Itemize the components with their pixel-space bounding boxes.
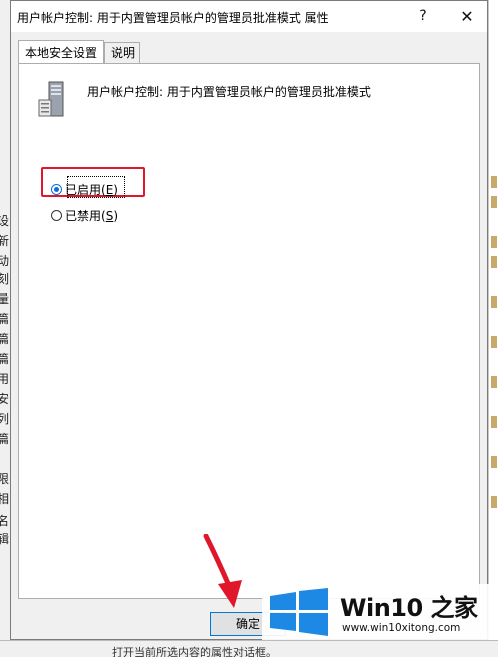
- bg-char: 相: [0, 490, 9, 507]
- bg-char: 篇: [0, 330, 9, 347]
- tab-explain[interactable]: 说明: [104, 42, 140, 63]
- bg-item-icon: [491, 456, 497, 468]
- bg-item-icon: [491, 376, 497, 388]
- bg-item-icon: [491, 196, 497, 208]
- bg-item-icon: [491, 416, 497, 428]
- enabled-label[interactable]: 已启用(E): [65, 181, 118, 198]
- bg-char: 用: [0, 370, 9, 387]
- bg-char: 新: [0, 232, 9, 249]
- bg-char: 辑: [0, 530, 9, 547]
- bg-char: 篇: [0, 350, 9, 367]
- bg-item-icon: [491, 256, 497, 268]
- windows-logo-icon: [270, 588, 328, 636]
- watermark: Win10 之家 www.win10xitong.com: [262, 584, 498, 640]
- bg-char: 列: [0, 410, 9, 427]
- status-text: 打开当前所选内容的属性对话框。: [112, 646, 277, 657]
- bg-item-icon: [491, 176, 497, 188]
- policy-name: 用户帐户控制: 用于内置管理员帐户的管理员批准模式: [87, 85, 371, 99]
- bg-item-icon: [491, 296, 497, 308]
- title-bar[interactable]: 用户帐户控制: 用于内置管理员帐户的管理员批准模式 属性 ? ✕: [11, 1, 487, 32]
- enabled-radio[interactable]: [51, 183, 62, 195]
- bg-item-icon: [491, 336, 497, 348]
- bg-char: 安: [0, 390, 9, 407]
- background-status-bar: 打开当前所选内容的属性对话框。: [0, 640, 498, 657]
- disabled-radio[interactable]: [51, 209, 62, 221]
- bg-char: 篇: [0, 310, 9, 327]
- dialog-title: 用户帐户控制: 用于内置管理员帐户的管理员批准模式 属性: [17, 11, 329, 25]
- bg-char: 量: [0, 290, 9, 307]
- server-policy-icon: [38, 81, 64, 117]
- tab-local-security-setting[interactable]: 本地安全设置: [18, 40, 104, 63]
- watermark-url: www.win10xitong.com: [342, 622, 461, 634]
- bg-char: 限: [0, 470, 9, 487]
- bg-char: 刻: [0, 270, 9, 287]
- tab-panel: 用户帐户控制: 用于内置管理员帐户的管理员批准模式 已启用(E) 已禁用(S): [18, 63, 480, 599]
- red-arrow-annotation: [203, 534, 242, 608]
- enabled-option[interactable]: 已启用(E): [51, 180, 118, 198]
- bg-item-icon: [491, 236, 497, 248]
- disabled-option[interactable]: 已禁用(S): [51, 206, 118, 224]
- bg-char: 设: [0, 212, 9, 229]
- disabled-label[interactable]: 已禁用(S): [65, 207, 118, 224]
- background-window-right-edge: [488, 0, 498, 656]
- help-button[interactable]: ?: [403, 1, 443, 32]
- watermark-brand: Win10 之家: [340, 594, 478, 622]
- properties-dialog: 用户帐户控制: 用于内置管理员帐户的管理员批准模式 属性 ? ✕ 本地安全设置 …: [10, 0, 488, 640]
- bg-char: 动: [0, 252, 9, 269]
- bg-char: 篇: [0, 430, 9, 447]
- bg-item-icon: [491, 496, 497, 508]
- bg-char: 名: [0, 512, 9, 529]
- close-button[interactable]: ✕: [447, 1, 487, 32]
